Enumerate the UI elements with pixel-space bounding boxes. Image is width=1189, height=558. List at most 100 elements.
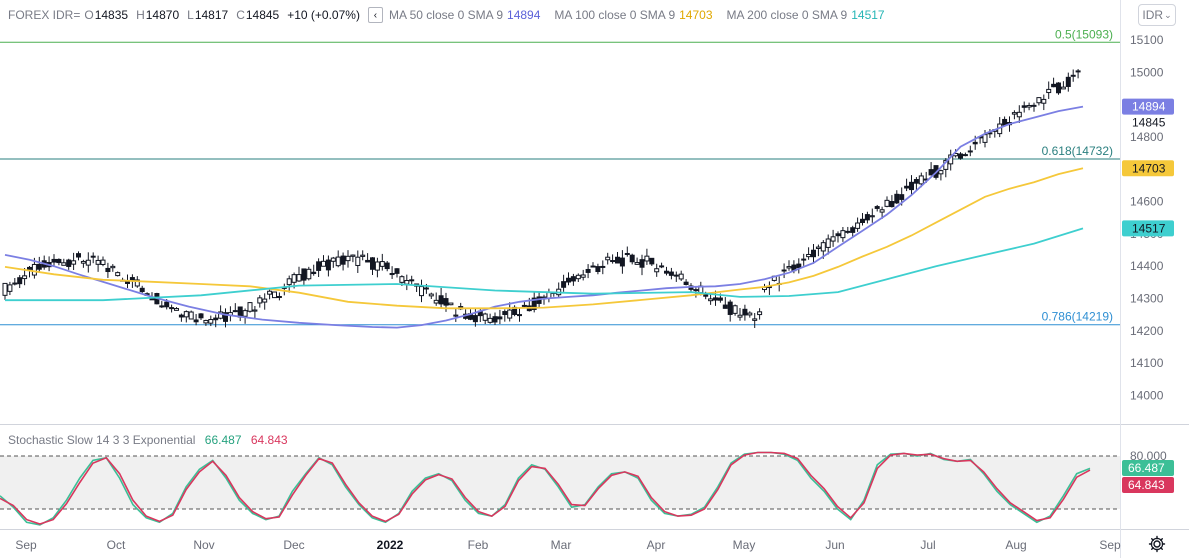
candle-body bbox=[384, 262, 390, 270]
candle-body bbox=[203, 319, 209, 324]
candle-body bbox=[566, 277, 571, 283]
candle-body bbox=[7, 284, 13, 292]
candle-body bbox=[71, 260, 77, 265]
candle-body bbox=[825, 238, 831, 248]
candle-body bbox=[159, 305, 165, 308]
candle-body bbox=[482, 313, 488, 321]
candle-body bbox=[1002, 118, 1008, 126]
candle-body bbox=[17, 277, 23, 285]
candle-body bbox=[850, 227, 856, 233]
candle-body bbox=[76, 253, 81, 258]
candle-body bbox=[497, 316, 503, 320]
candle-body bbox=[80, 260, 86, 264]
candle-body bbox=[374, 261, 380, 271]
candle-body bbox=[742, 308, 748, 316]
price-tick-label: 14200 bbox=[1130, 324, 1164, 338]
candle-body bbox=[409, 279, 415, 282]
candle-body bbox=[889, 201, 895, 208]
candle-body bbox=[507, 309, 513, 319]
candle-body bbox=[487, 317, 493, 323]
currency-dropdown[interactable]: IDR ⌄ bbox=[1138, 4, 1176, 26]
candle-body bbox=[174, 308, 179, 311]
candle-body bbox=[786, 266, 792, 269]
candle-body bbox=[1021, 105, 1027, 108]
candle-body bbox=[394, 268, 400, 274]
candle-body bbox=[639, 259, 645, 268]
ma-line-1 bbox=[4, 105, 1084, 329]
time-tick-label: Jul bbox=[920, 538, 935, 552]
candle-body bbox=[835, 233, 841, 237]
time-tick-label: May bbox=[733, 538, 756, 552]
candle-body bbox=[1026, 105, 1032, 108]
candle-body bbox=[644, 255, 650, 262]
candle-body bbox=[350, 254, 356, 257]
stochastic-label: Stochastic Slow 14 3 3 Exponential bbox=[8, 433, 196, 447]
candle-body bbox=[683, 281, 689, 285]
candle-body bbox=[1075, 70, 1081, 73]
candle-body bbox=[806, 253, 812, 258]
low-value: 14817 bbox=[194, 8, 229, 22]
candle-body bbox=[370, 257, 375, 270]
candle-body bbox=[492, 316, 498, 323]
price-tick-label: 15000 bbox=[1130, 65, 1164, 79]
candle-body bbox=[967, 150, 973, 153]
candle-body bbox=[115, 272, 121, 277]
candle-body bbox=[316, 261, 322, 271]
chart-canvas[interactable]: 0.5(15093) 0.618(14732) 0.786(14219) 15100 1… bbox=[0, 0, 1189, 558]
candle-body bbox=[453, 314, 459, 317]
price-tick-label: 14800 bbox=[1130, 130, 1164, 144]
candle-body bbox=[869, 215, 875, 218]
collapse-legend-button[interactable]: ‹ bbox=[367, 7, 383, 23]
candle-body bbox=[355, 256, 361, 266]
ma200-value: 14517 bbox=[851, 8, 885, 22]
candles-group bbox=[2, 69, 1081, 329]
time-tick-label: Sep bbox=[1099, 538, 1121, 552]
stochastic-d-value: 64.843 bbox=[250, 433, 288, 447]
change-value: +10 (+0.07%) bbox=[287, 8, 360, 22]
candle-body bbox=[472, 315, 478, 323]
candle-body bbox=[404, 279, 410, 285]
candle-body bbox=[321, 260, 326, 267]
high-value: 14870 bbox=[145, 8, 180, 22]
candle-body bbox=[757, 311, 763, 316]
gear-icon[interactable] bbox=[1148, 535, 1166, 553]
candle-body bbox=[1046, 88, 1052, 94]
candle-body bbox=[61, 262, 67, 266]
low-key: L bbox=[187, 8, 194, 22]
candle-body bbox=[139, 287, 145, 293]
candle-body bbox=[360, 254, 366, 257]
candle-body bbox=[894, 193, 900, 204]
open-key: O bbox=[84, 8, 94, 22]
candle-body bbox=[575, 274, 581, 280]
candle-body bbox=[419, 286, 424, 297]
candle-body bbox=[1011, 112, 1017, 115]
candle-body bbox=[610, 260, 616, 263]
candle-body bbox=[580, 274, 586, 278]
candle-body bbox=[664, 270, 669, 274]
candle-body bbox=[51, 258, 57, 263]
candle-body bbox=[27, 266, 32, 270]
candle-body bbox=[85, 259, 91, 266]
candle-body bbox=[56, 258, 62, 264]
candle-body bbox=[1051, 83, 1057, 88]
time-tick-label: Mar bbox=[551, 538, 572, 552]
candle-body bbox=[213, 317, 219, 321]
currency-label: IDR bbox=[1142, 8, 1164, 22]
candle-body bbox=[972, 141, 978, 145]
candle-body bbox=[624, 252, 630, 255]
time-tick-label: Sep bbox=[15, 538, 37, 552]
candle-body bbox=[330, 257, 336, 262]
ma50-label: MA 50 close 0 SMA 9 bbox=[388, 8, 504, 22]
stochastic-k-badge-label: 66.487 bbox=[1128, 461, 1165, 475]
candle-body bbox=[164, 301, 170, 308]
candle-body bbox=[31, 263, 37, 276]
price-tick-label: 14000 bbox=[1130, 389, 1164, 403]
candle-body bbox=[962, 154, 968, 157]
candle-body bbox=[595, 266, 601, 272]
time-tick-label: Feb bbox=[468, 538, 489, 552]
price-tick-label: 14300 bbox=[1130, 292, 1164, 306]
candle-body bbox=[629, 254, 635, 263]
candle-body bbox=[208, 319, 214, 324]
candle-body bbox=[605, 256, 611, 261]
candle-body bbox=[840, 230, 846, 239]
